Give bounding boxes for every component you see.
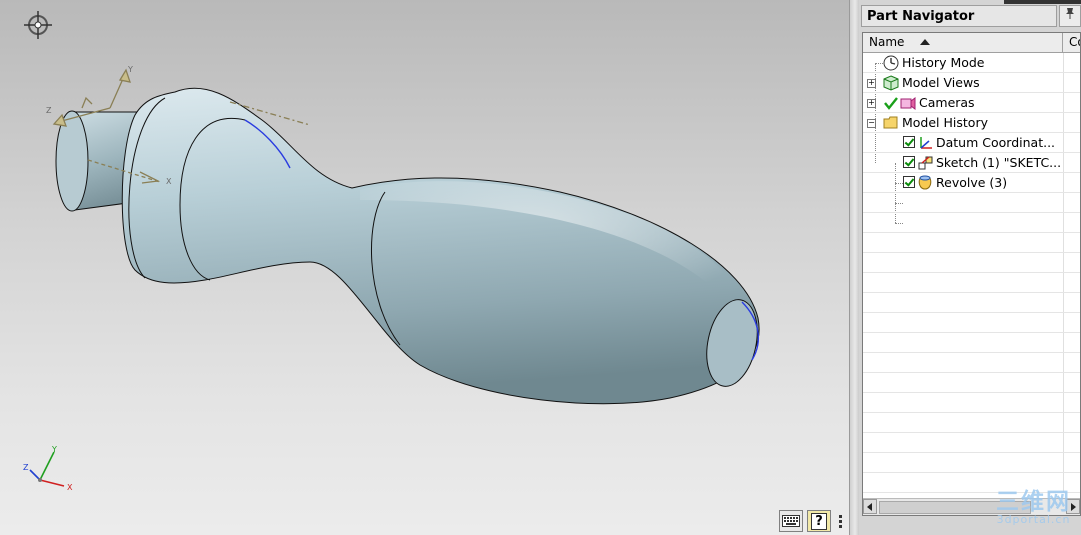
empty-row: [863, 433, 1080, 453]
part-navigator-panel: Part Navigator Name Co History Mode: [859, 0, 1081, 535]
watermark-sub: 3dportal.cn: [996, 513, 1071, 526]
empty-row: [863, 353, 1080, 373]
tree-row-datum-coordinate-system[interactable]: Datum Coordinat...: [863, 133, 1080, 153]
more-icon[interactable]: [835, 510, 845, 532]
tree-row-history-mode[interactable]: History Mode: [863, 53, 1080, 73]
column-name-label: Name: [869, 35, 905, 49]
expand-plus-icon[interactable]: +: [867, 99, 876, 108]
datum-x-label: X: [166, 177, 172, 186]
tree-row-label: Revolve (3): [936, 175, 1008, 190]
feature-checkbox[interactable]: [903, 176, 915, 188]
navigator-tree[interactable]: Name Co History Mode + Model Views: [862, 32, 1081, 516]
help-icon[interactable]: ?: [807, 510, 831, 532]
tree-row-label: History Mode: [902, 55, 985, 70]
help-glyph: ?: [811, 512, 827, 530]
tree-row-label: Model History: [902, 115, 988, 130]
empty-row: [863, 393, 1080, 413]
sketch-icon: [918, 156, 933, 170]
empty-row: [863, 273, 1080, 293]
triad-z-label: Z: [23, 463, 29, 472]
watermark-main: 三维网: [996, 489, 1071, 515]
revolve-icon: [918, 175, 932, 190]
graphics-window[interactable]: Y Z X Y X Z ?: [0, 0, 849, 535]
triad-y-label: Y: [51, 445, 57, 454]
tree-row-cameras[interactable]: + Cameras: [863, 93, 1080, 113]
revolved-part-model[interactable]: Y Z X: [0, 0, 849, 535]
tree-row-label: Datum Coordinat...: [936, 135, 1056, 150]
datum-y-label: Y: [127, 65, 133, 74]
column-header-second[interactable]: Co: [1064, 33, 1080, 52]
empty-row: [863, 453, 1080, 473]
sort-ascending-icon: [920, 39, 930, 45]
wcs-triad: Y X Z: [23, 445, 73, 492]
datum-z-label: Z: [46, 106, 52, 115]
tree-row-revolve[interactable]: Revolve (3): [863, 173, 1080, 193]
triad-x-label: X: [67, 483, 73, 492]
feature-checkbox[interactable]: [903, 136, 915, 148]
tree-row-label: Cameras: [919, 95, 975, 110]
datum-csys-icon: [920, 137, 932, 149]
camera-icon: [900, 97, 916, 110]
column-header-name[interactable]: Name: [863, 33, 1063, 52]
feature-checkbox[interactable]: [903, 156, 915, 168]
folder-icon: [883, 116, 898, 129]
tree-row-model-history[interactable]: − Model History: [863, 113, 1080, 133]
empty-row: [863, 293, 1080, 313]
view-triad-crosshair-icon[interactable]: [22, 9, 54, 41]
collapse-minus-icon[interactable]: −: [867, 119, 876, 128]
empty-row: [863, 253, 1080, 273]
column-header: Name Co: [863, 33, 1080, 53]
tree-row-label: Sketch (1) "SKETC...: [936, 155, 1062, 170]
tree-row-sketch[interactable]: Sketch (1) "SKETC...: [863, 153, 1080, 173]
empty-row: [863, 213, 1080, 233]
cube-views-icon: [883, 75, 899, 91]
checkmark-icon: [884, 97, 898, 110]
clock-icon: [883, 55, 899, 71]
pin-icon[interactable]: [1059, 5, 1081, 27]
empty-row: [863, 193, 1080, 213]
tree-row-label: Model Views: [902, 75, 980, 90]
navigator-title: Part Navigator: [861, 5, 1057, 27]
expand-plus-icon[interactable]: +: [867, 79, 876, 88]
empty-row: [863, 233, 1080, 253]
scroll-left-icon[interactable]: [863, 499, 877, 514]
empty-row: [863, 313, 1080, 333]
keyboard-icon[interactable]: [779, 510, 803, 532]
tree-row-model-views[interactable]: + Model Views: [863, 73, 1080, 93]
status-toolbar: ?: [779, 509, 845, 533]
site-watermark: 三维网 3dportal.cn: [996, 490, 1071, 525]
empty-row: [863, 373, 1080, 393]
empty-row: [863, 333, 1080, 353]
top-strip: [1004, 0, 1081, 4]
empty-row: [863, 413, 1080, 433]
